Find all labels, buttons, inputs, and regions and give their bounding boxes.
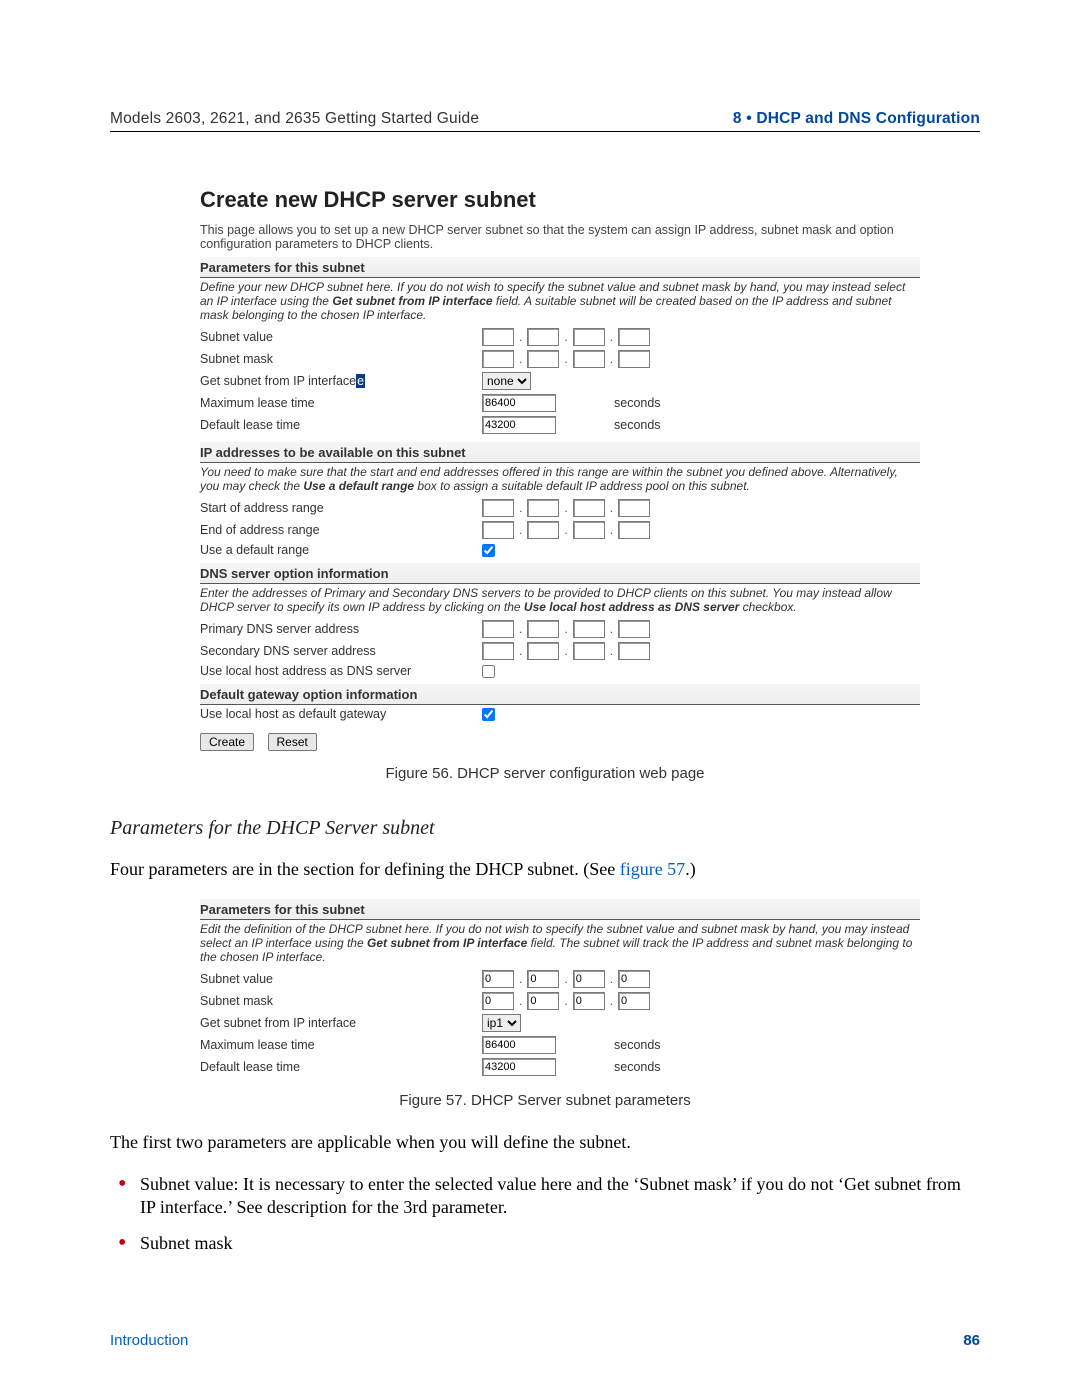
fig57-subnet-value-input[interactable]: . . . — [482, 970, 650, 988]
default-lease-input[interactable] — [482, 416, 556, 434]
page-header: Models 2603, 2621, and 2635 Getting Star… — [110, 110, 980, 128]
get-subnet-select[interactable]: none — [482, 372, 531, 390]
max-lease-input[interactable] — [482, 394, 556, 412]
section-title-parameters: Parameters for the DHCP Server subnet — [110, 817, 980, 840]
subnet-value-input[interactable]: . . . — [482, 328, 650, 346]
fig57-subnet-mask-input[interactable]: . . . — [482, 992, 650, 1010]
label-get-subnet: Get subnet from IP interfacee — [200, 374, 482, 388]
fig57-default-lease-input[interactable] — [482, 1058, 556, 1076]
bullet-subnet-value: Subnet value: It is necessary to enter t… — [118, 1173, 980, 1220]
label-default-range: Use a default range — [200, 543, 482, 557]
label-primary-dns: Primary DNS server address — [200, 622, 482, 636]
bullet-list: Subnet value: It is necessary to enter t… — [118, 1173, 980, 1255]
default-range-checkbox[interactable] — [482, 544, 495, 557]
create-button[interactable]: Create — [200, 733, 254, 751]
ip-octet[interactable] — [573, 328, 605, 346]
section-gateway-head: Default gateway option information — [200, 684, 920, 705]
label-secondary-dns: Secondary DNS server address — [200, 644, 482, 658]
figure-57-form: Parameters for this subnet Edit the defi… — [200, 899, 920, 1078]
label-local-gateway: Use local host as default gateway — [200, 707, 482, 721]
local-dns-checkbox[interactable] — [482, 665, 495, 678]
bullet-subnet-mask: Subnet mask — [118, 1232, 980, 1255]
start-range-input[interactable]: ... — [482, 499, 650, 517]
section-intro-paragraph: Four parameters are in the section for d… — [110, 858, 980, 881]
label-max-lease: Maximum lease time — [200, 396, 482, 410]
footer-left[interactable]: Introduction — [110, 1332, 188, 1349]
reset-button[interactable]: Reset — [268, 733, 317, 751]
fig57-label-max-lease: Maximum lease time — [200, 1038, 482, 1052]
body-after-figure: The first two parameters are applicable … — [110, 1131, 980, 1154]
label-local-dns: Use local host address as DNS server — [200, 664, 482, 678]
fig57-label-subnet-mask: Subnet mask — [200, 994, 482, 1008]
ip-octet[interactable] — [527, 328, 559, 346]
header-rule — [110, 131, 980, 132]
section-ip-range-sub: You need to make sure that the start and… — [200, 463, 920, 497]
page-number: 86 — [963, 1332, 980, 1349]
secondary-dns-input[interactable]: ... — [482, 642, 650, 660]
section-dns-sub: Enter the addresses of Primary and Secon… — [200, 584, 920, 618]
header-left: Models 2603, 2621, and 2635 Getting Star… — [110, 110, 479, 128]
fig57-label-default-lease: Default lease time — [200, 1060, 482, 1074]
ip-octet[interactable] — [482, 328, 514, 346]
label-default-lease: Default lease time — [200, 418, 482, 432]
label-subnet-mask: Subnet mask — [200, 352, 482, 366]
figure-56-form: Create new DHCP server subnet This page … — [200, 187, 920, 751]
fig57-label-get-subnet: Get subnet from IP interface — [200, 1016, 482, 1030]
fig57-get-subnet-select[interactable]: ip1 — [482, 1014, 521, 1032]
fig57-label-subnet-value: Subnet value — [200, 972, 482, 986]
section-parameters-sub: Define your new DHCP subnet here. If you… — [200, 278, 920, 326]
fig57-section-sub: Edit the definition of the DHCP subnet h… — [200, 920, 920, 968]
figure-57-caption: Figure 57. DHCP Server subnet parameters — [110, 1092, 980, 1109]
end-range-input[interactable]: ... — [482, 521, 650, 539]
ip-octet[interactable] — [618, 328, 650, 346]
page-footer: Introduction 86 — [110, 1332, 980, 1349]
form-title: Create new DHCP server subnet — [200, 187, 920, 213]
section-dns-head: DNS server option information — [200, 563, 920, 584]
section-ip-range-head: IP addresses to be available on this sub… — [200, 442, 920, 463]
header-right: 8 • DHCP and DNS Configuration — [733, 110, 980, 128]
section-parameters-head: Parameters for this subnet — [200, 257, 920, 278]
figure-57-link[interactable]: figure 57 — [620, 859, 685, 879]
fig57-max-lease-input[interactable] — [482, 1036, 556, 1054]
label-start-range: Start of address range — [200, 501, 482, 515]
local-gateway-checkbox[interactable] — [482, 708, 495, 721]
subnet-mask-input[interactable]: . . . — [482, 350, 650, 368]
figure-56-caption: Figure 56. DHCP server configuration web… — [110, 765, 980, 782]
form-description: This page allows you to set up a new DHC… — [200, 223, 920, 251]
primary-dns-input[interactable]: ... — [482, 620, 650, 638]
unit-seconds: seconds — [614, 396, 661, 410]
fig57-section-head: Parameters for this subnet — [200, 899, 920, 920]
label-end-range: End of address range — [200, 523, 482, 537]
label-subnet-value: Subnet value — [200, 330, 482, 344]
